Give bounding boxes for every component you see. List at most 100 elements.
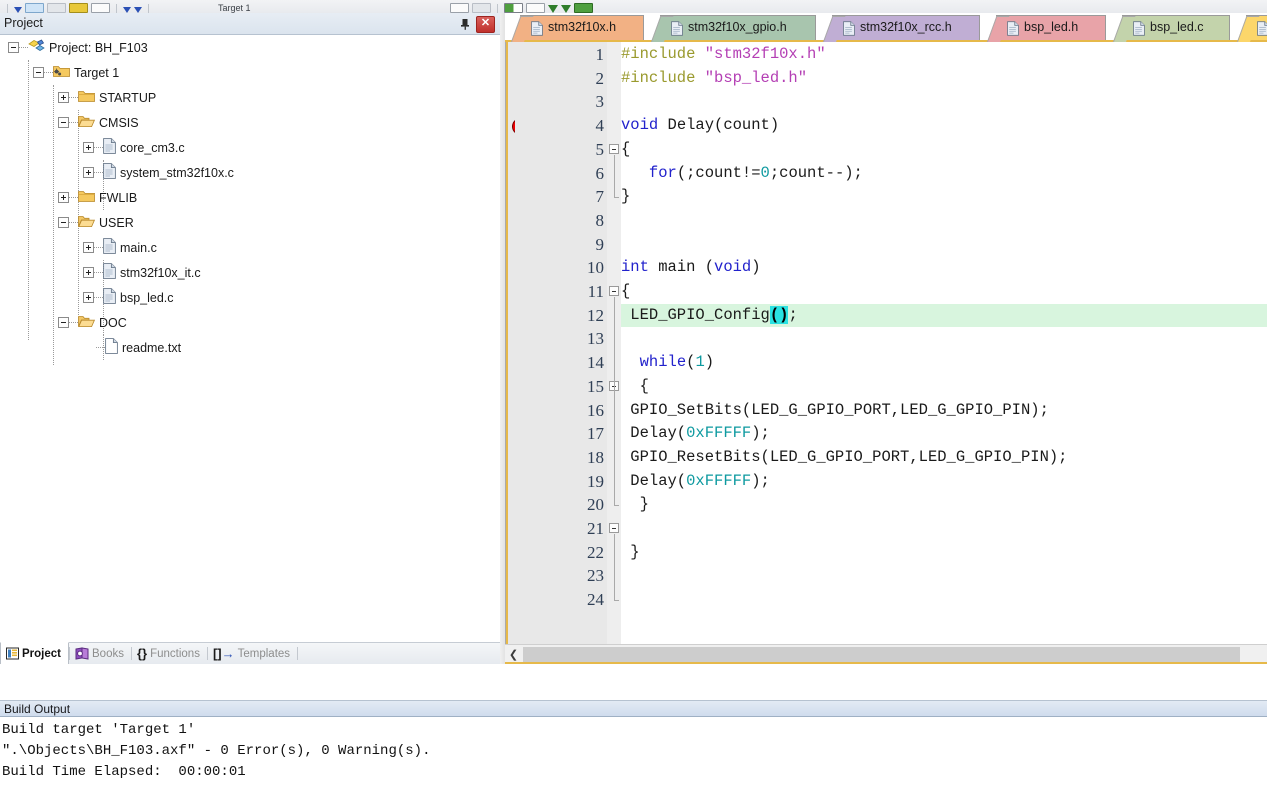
code-line[interactable]: { (621, 280, 1267, 304)
expand-icon[interactable] (83, 242, 94, 253)
code-line[interactable]: GPIO_SetBits(LED_G_GPIO_PORT,LED_G_GPIO_… (621, 399, 1267, 423)
expand-icon[interactable] (83, 167, 94, 178)
tree-item-label: Target 1 (74, 65, 120, 80)
fold-toggle-icon[interactable] (609, 143, 619, 154)
toolbar-separator-4 (497, 4, 498, 13)
tree-item-user[interactable]: USER (0, 210, 500, 235)
line-number: 5 (595, 139, 605, 159)
editor-tab-stm32f10x-h[interactable]: stm32f10x.h (511, 15, 644, 42)
collapse-icon[interactable] (58, 117, 69, 128)
code-line[interactable]: int main (void) (621, 256, 1267, 280)
expand-icon[interactable] (58, 192, 69, 203)
code-line[interactable]: while(1) (621, 351, 1267, 375)
window-icon[interactable] (504, 3, 523, 13)
download-icon[interactable] (91, 3, 110, 13)
tree-item-label: main.c (120, 240, 157, 255)
tree-item-project-bh-f103[interactable]: Project: BH_F103 (0, 35, 500, 60)
tree-item-cmsis[interactable]: CMSIS (0, 110, 500, 135)
code-editor[interactable]: 1 2 3 4 5 6 7 8 9 10 11 12 13 14 15 16 17 18 19 20 21 22 23 24 … (505, 42, 1267, 644)
build-icon[interactable] (25, 3, 44, 13)
editor-tab-stm32f10x-rcc-h[interactable]: stm32f10x_rcc.h (823, 15, 980, 42)
tree-connector (96, 346, 105, 349)
tree-item-fwlib[interactable]: FWLIB (0, 185, 500, 210)
code-token: int (621, 258, 659, 277)
editor-tab-main-c[interactable]: main.c (1237, 15, 1267, 42)
close-icon[interactable]: ✕ (476, 16, 495, 33)
code-token: Delay( (621, 471, 687, 490)
code-line[interactable] (621, 517, 1267, 541)
tree-item-doc[interactable]: DOC (0, 310, 500, 335)
editor-horizontal-scrollbar[interactable]: ❮ (505, 644, 1267, 664)
code-line[interactable]: #include "bsp_led.h" (621, 67, 1267, 91)
batch-build-icon[interactable] (69, 3, 88, 13)
code-line[interactable] (621, 90, 1267, 114)
fold-toggle-icon[interactable] (609, 286, 619, 296)
blank-icon[interactable] (526, 3, 545, 13)
code-line[interactable] (621, 564, 1267, 588)
code-line[interactable] (621, 327, 1267, 351)
code-line[interactable] (621, 209, 1267, 233)
expand-icon[interactable] (83, 292, 94, 303)
code-token: "bsp_led.h" (704, 68, 808, 87)
tree-item-label: system_stm32f10x.c (120, 165, 234, 180)
code-line[interactable]: } (621, 185, 1267, 209)
code-line[interactable]: GPIO_ResetBits(LED_G_GPIO_PORT,LED_G_GPI… (621, 446, 1267, 470)
toolbar-separator-3 (148, 4, 149, 13)
tree-item-readme-txt[interactable]: readme.txt (0, 335, 500, 360)
code-text[interactable]: #include "stm32f10x.h" #include "bsp_led.… (621, 42, 1267, 644)
code-line[interactable]: } (621, 493, 1267, 517)
build-output-panel: Build Output Build target 'Target 1' ".\O… (0, 700, 1267, 806)
expand-icon[interactable] (83, 142, 94, 153)
code-token: LED_GPIO_Config (621, 305, 770, 324)
code-line[interactable] (621, 233, 1267, 257)
code-token: Delay(count) (667, 116, 780, 135)
code-line[interactable]: LED_GPIO_Config(); (621, 303, 1267, 328)
c-file-icon (103, 138, 116, 157)
pin-icon[interactable] (458, 17, 472, 31)
tree-item-startup[interactable]: STARTUP (0, 85, 500, 110)
config-icon[interactable] (574, 3, 593, 13)
tree-item-bsp-led-c[interactable]: bsp_led.c (0, 285, 500, 310)
code-line[interactable]: #include "stm32f10x.h" (621, 43, 1267, 67)
code-line[interactable]: { (621, 138, 1267, 162)
collapse-icon[interactable] (58, 217, 69, 228)
fold-toggle-icon[interactable] (609, 523, 619, 533)
editor-tab-bsp-led-h[interactable]: bsp_led.h (987, 15, 1106, 42)
expand-icon[interactable] (58, 92, 69, 103)
tree-item-stm32f10x-it-c[interactable]: stm32f10x_it.c (0, 260, 500, 285)
collapse-icon[interactable] (8, 42, 19, 53)
code-token: } (621, 495, 649, 514)
scrollbar-thumb[interactable] (523, 647, 1240, 662)
collapse-icon[interactable] (58, 317, 69, 328)
view-tab-functions[interactable]: {} Functions (132, 643, 207, 664)
expand-icon[interactable] (83, 267, 94, 278)
tree-item-main-c[interactable]: main.c (0, 235, 500, 260)
line-number: 20 (587, 495, 604, 515)
editor-tab-stm32f10x-gpio-h[interactable]: stm32f10x_gpio.h (651, 15, 816, 42)
code-line[interactable]: { (621, 375, 1267, 399)
target-selector-label[interactable]: Target 1 (218, 3, 251, 13)
code-line[interactable]: void Delay(count) (621, 114, 1267, 138)
run-icon[interactable] (548, 5, 558, 13)
code-line[interactable]: } (621, 541, 1267, 565)
code-line[interactable]: Delay(0xFFFFF); (621, 470, 1267, 494)
rebuild-icon[interactable] (47, 3, 66, 13)
step-icon[interactable] (561, 5, 571, 13)
code-line[interactable] (621, 588, 1267, 612)
project-tree[interactable]: Project: BH_F103 Target 1 STARTUP CMSIS core… (0, 35, 501, 642)
manage-components-icon[interactable] (472, 3, 491, 13)
tree-item-core-cm3-c[interactable]: core_cm3.c (0, 135, 500, 160)
code-line[interactable]: for(;count!=0;count--); (621, 162, 1267, 186)
view-tab-project[interactable]: Project (0, 642, 69, 664)
tree-item-system-stm32f10x-c[interactable]: system_stm32f10x.c (0, 160, 500, 185)
collapse-icon[interactable] (33, 67, 44, 78)
tree-item-target-1[interactable]: Target 1 (0, 60, 500, 85)
view-tab-books[interactable]: Books (70, 643, 131, 664)
editor-tab-bsp-led-c[interactable]: bsp_led.c (1113, 15, 1230, 42)
view-tab-templates[interactable]: []→ Templates (208, 643, 297, 664)
c-file-icon (103, 263, 116, 282)
code-line[interactable]: Delay(0xFFFFF); (621, 422, 1267, 446)
build-output-text[interactable]: Build target 'Target 1' ".\Objects\BH_F10… (0, 718, 1267, 806)
code-folding-gutter[interactable] (607, 42, 621, 644)
target-options-icon[interactable] (450, 3, 469, 13)
